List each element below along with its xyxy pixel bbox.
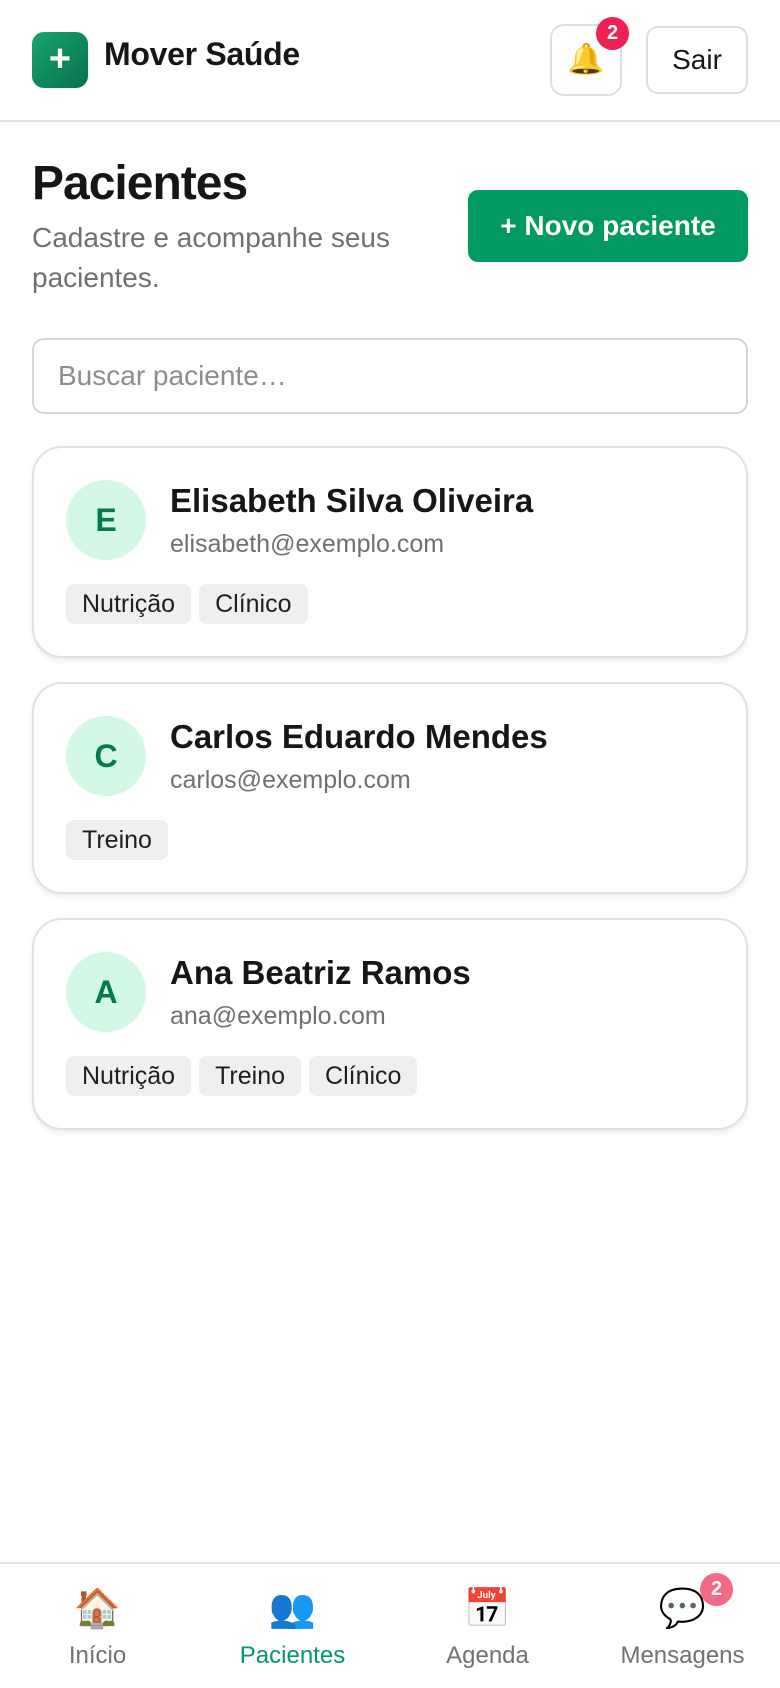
search-input[interactable] xyxy=(32,338,748,414)
app-header: + Mover Saúde 🔔 2 Sair xyxy=(0,0,780,122)
nav-label: Início xyxy=(68,1642,127,1669)
tag: Nutrição xyxy=(66,584,192,624)
nav-label: Agenda xyxy=(446,1642,529,1669)
tag-list: Nutrição Clínico xyxy=(66,584,308,624)
nav-label: Pacientes xyxy=(239,1642,346,1669)
page-title: Pacientes xyxy=(32,157,248,210)
house-icon: 🏠 xyxy=(73,1588,122,1630)
bell-icon: 🔔 xyxy=(567,43,605,76)
messages-badge: 2 xyxy=(700,1573,733,1606)
tag: Nutrição xyxy=(66,1056,192,1096)
bottom-nav: 🏠 Início 👥 Pacientes 📅 Agenda 💬 Mensagen… xyxy=(0,1562,780,1688)
tag-list: Treino xyxy=(66,820,168,860)
speech-bubble-icon: 💬 xyxy=(658,1588,707,1630)
tag: Treino xyxy=(199,1056,302,1096)
avatar: C xyxy=(66,716,146,796)
tag-list: Nutrição Treino Clínico xyxy=(66,1056,418,1096)
notifications-badge: 2 xyxy=(596,17,629,50)
tag: Treino xyxy=(66,820,168,860)
patient-name: Carlos Eduardo Mendes xyxy=(170,718,548,755)
patient-card[interactable]: E Elisabeth Silva Oliveira elisabeth@exe… xyxy=(32,446,748,658)
people-icon: 👥 xyxy=(268,1588,317,1630)
nav-item-inicio[interactable]: 🏠 Início xyxy=(0,1564,195,1688)
page-subtitle: Cadastre e acompanhe seus pacientes. xyxy=(32,222,390,293)
patient-name: Elisabeth Silva Oliveira xyxy=(170,482,534,519)
patient-email: carlos@exemplo.com xyxy=(170,766,411,794)
calendar-icon: 📅 xyxy=(463,1588,512,1630)
nav-label: Mensagens xyxy=(620,1642,745,1669)
tag: Clínico xyxy=(309,1056,418,1096)
patient-name: Ana Beatriz Ramos xyxy=(170,954,471,991)
logo-plus-icon: + xyxy=(32,32,88,88)
brand-name: Mover Saúde xyxy=(104,36,300,72)
logout-button[interactable]: Sair xyxy=(646,26,748,94)
patient-email: elisabeth@exemplo.com xyxy=(170,530,445,558)
new-patient-button[interactable]: + Novo paciente xyxy=(468,190,748,262)
tag: Clínico xyxy=(199,584,308,624)
nav-item-mensagens[interactable]: 💬 Mensagens xyxy=(585,1564,780,1688)
nav-item-pacientes[interactable]: 👥 Pacientes xyxy=(195,1564,390,1688)
avatar: A xyxy=(66,952,146,1032)
patient-email: ana@exemplo.com xyxy=(170,1002,386,1030)
patient-card[interactable]: A Ana Beatriz Ramos ana@exemplo.com Nutr… xyxy=(32,918,748,1130)
patient-card[interactable]: C Carlos Eduardo Mendes carlos@exemplo.c… xyxy=(32,682,748,894)
nav-item-agenda[interactable]: 📅 Agenda xyxy=(390,1564,585,1688)
avatar: E xyxy=(66,480,146,560)
